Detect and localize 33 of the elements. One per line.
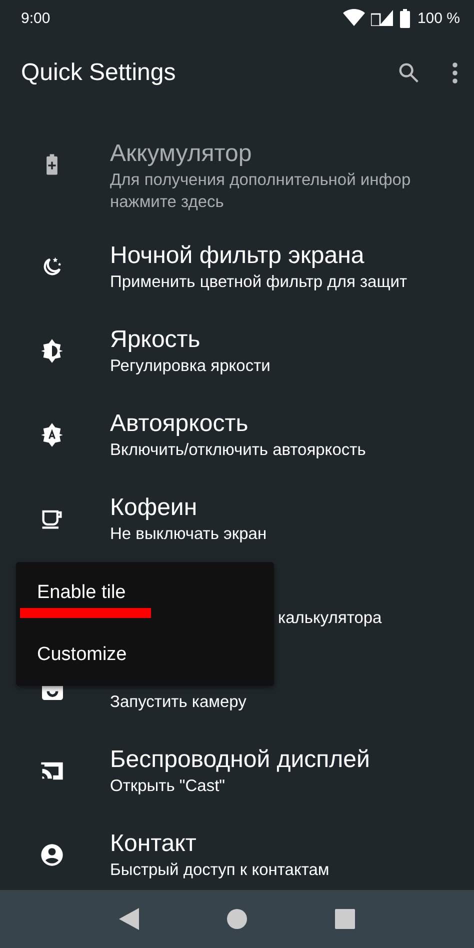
battery-icon xyxy=(399,8,412,28)
tile-row[interactable]: Беспроводной дисплей Открыть "Cast" xyxy=(0,744,474,828)
home-icon[interactable] xyxy=(227,909,247,929)
screen-title: Quick Settings xyxy=(21,59,177,87)
tile-description: Применить цветной фильтр для защит xyxy=(110,272,408,293)
signal-icon xyxy=(371,10,394,26)
tile-description: Быстрый доступ к контактам xyxy=(110,860,330,881)
tile-title: Аккумулятор xyxy=(110,139,253,169)
tile-description: Не выключать экран xyxy=(110,524,267,545)
person-circle-icon xyxy=(39,842,65,868)
tile-row[interactable]: Контакт Быстрый доступ к контактам xyxy=(0,828,474,890)
battery-percent: 100 % xyxy=(417,10,460,26)
tile-title: Яркость xyxy=(110,325,202,355)
back-icon[interactable] xyxy=(119,908,139,930)
tile-description: Для получения дополнительной инфор нажмите здесь xyxy=(110,170,411,213)
tile-title: Кофеин xyxy=(110,493,198,523)
tile-description: Открыть "Cast" xyxy=(110,776,226,797)
menu-item[interactable]: Customize xyxy=(16,624,274,686)
tile-title: Автояркость xyxy=(110,409,250,439)
status-time: 9:00 xyxy=(21,10,52,26)
tile-row[interactable]: Ночной фильтр экрана Применить цветной фильтр для защит xyxy=(0,240,474,324)
wifi-icon xyxy=(343,9,366,27)
tile-row[interactable]: Яркость Регулировка яркости xyxy=(0,324,474,408)
brightness-icon xyxy=(39,338,65,364)
tile-title: Беспроводной дисплей xyxy=(110,745,370,775)
tile-title: Контакт xyxy=(110,829,198,859)
tile-description: Включить/отключить автояркость xyxy=(110,440,366,461)
auto-brightness-icon xyxy=(39,422,65,448)
tile-description: Регулировка яркости xyxy=(110,356,270,377)
tile-row[interactable]: Автояркость Включить/отключить автояркость xyxy=(0,408,474,492)
tile-description: Запустить камеру xyxy=(110,692,246,713)
more-options-icon[interactable] xyxy=(452,61,458,85)
tile-title: Ночной фильтр экрана xyxy=(110,241,366,271)
